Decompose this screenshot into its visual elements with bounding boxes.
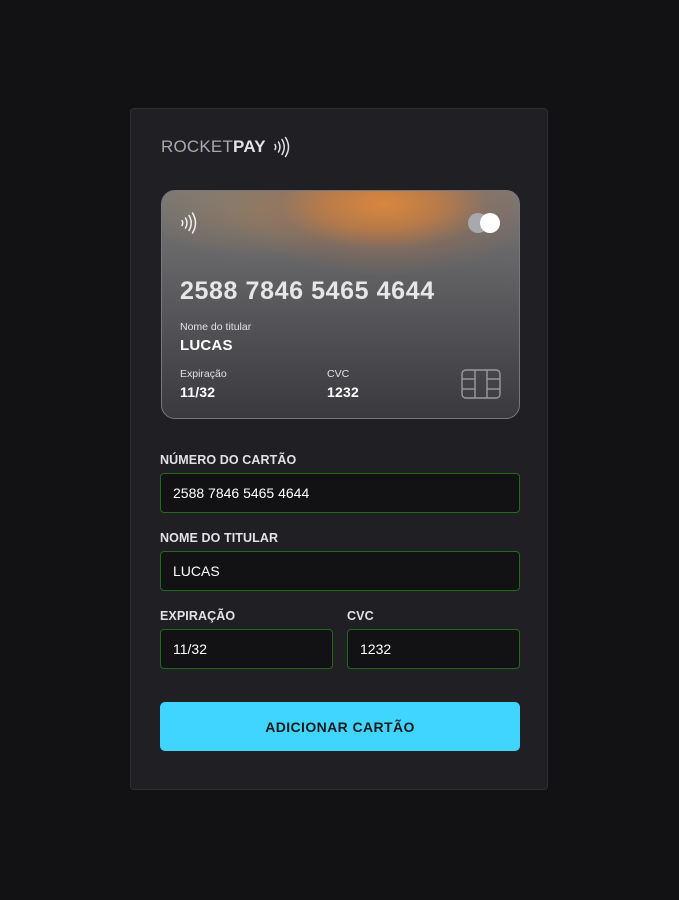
card-number-input[interactable] (160, 473, 520, 513)
cvc-input[interactable] (347, 629, 520, 669)
add-card-button[interactable]: ADICIONAR CARTÃO (160, 702, 520, 751)
card-preview-holder-label: Nome do titular (180, 321, 252, 333)
brand-name-pay: PAY (233, 137, 266, 156)
brand-logo: ROCKETPAY (161, 135, 292, 159)
chip-icon (461, 369, 501, 399)
card-brand-toggle-icon (468, 213, 500, 233)
card-preview-cvc-label: CVC (327, 368, 350, 380)
holder-name-input[interactable] (160, 551, 520, 591)
card-number-label: NÚMERO DO CARTÃO (160, 453, 297, 467)
expiration-input[interactable] (160, 629, 333, 669)
contactless-icon (274, 136, 290, 158)
add-card-panel: ROCKETPAY 2588 7846 5465 4644 Nome do ti… (130, 108, 548, 790)
expiration-label: EXPIRAÇÃO (160, 609, 236, 623)
card-preview-expiration-value: 11/32 (180, 384, 216, 400)
card-preview-holder-value: LUCAS (180, 337, 233, 354)
brand-name-rocket: ROCKET (161, 137, 234, 156)
card-preview-expiration-label: Expiração (180, 368, 227, 380)
cvc-label: CVC (347, 609, 374, 623)
card-preview: 2588 7846 5465 4644 Nome do titular LUCA… (161, 190, 520, 419)
card-preview-cvc-value: 1232 (327, 384, 359, 400)
card-preview-number: 2588 7846 5465 4644 (180, 277, 435, 305)
holder-name-label: NOME DO TITULAR (160, 531, 279, 545)
brand-name: ROCKETPAY (161, 137, 266, 157)
contactless-icon (181, 212, 197, 234)
